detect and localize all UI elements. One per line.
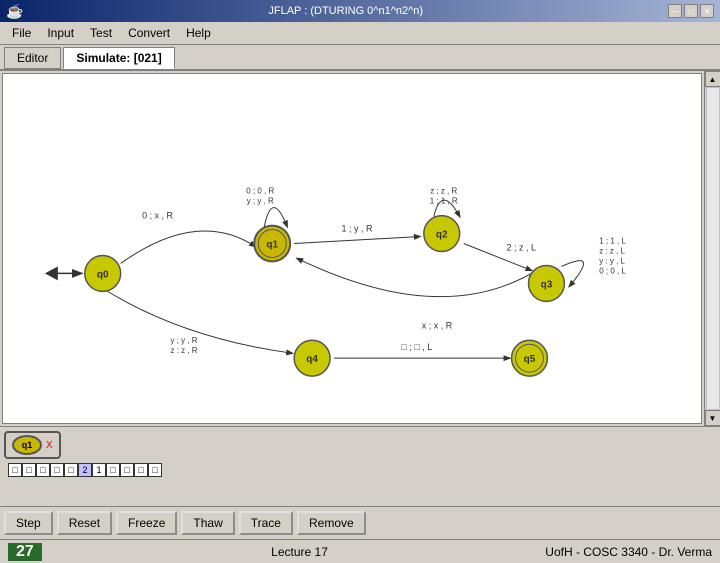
tape-cell-5: 2 xyxy=(78,463,92,477)
svg-text:y ; y , R: y ; y , R xyxy=(247,197,274,206)
menu-help[interactable]: Help xyxy=(178,24,219,42)
scroll-up-button[interactable]: ▲ xyxy=(705,71,720,87)
maximize-button[interactable]: □ xyxy=(684,4,698,18)
tape-cell-0: □ xyxy=(8,463,22,477)
course-label: UofH - COSC 3340 - Dr. Verma xyxy=(545,545,712,559)
thaw-button[interactable]: Thaw xyxy=(181,511,234,535)
svg-text:q0: q0 xyxy=(97,269,109,280)
step-button[interactable]: Step xyxy=(4,511,53,535)
tape-display: □ □ □ □ □ 2 1 □ □ □ □ xyxy=(8,463,716,477)
step-count: 27 xyxy=(8,543,42,561)
window-title: JFLAP : (DTURING 0^n1^n2^n) xyxy=(23,5,668,17)
content-wrapper: 0 ; x , R 0 ; 0 , R y ; y , R 1 ; y , R … xyxy=(0,71,720,539)
close-button[interactable]: ✕ xyxy=(700,4,714,18)
menu-input[interactable]: Input xyxy=(39,24,82,42)
menu-bar: File Input Test Convert Help xyxy=(0,22,720,45)
title-bar: ☕ JFLAP : (DTURING 0^n1^n2^n) — □ ✕ xyxy=(0,0,720,22)
svg-text:0 ; 0 , R: 0 ; 0 , R xyxy=(246,187,274,196)
svg-text:q3: q3 xyxy=(541,279,553,290)
svg-text:1 ; 1 , R: 1 ; 1 , R xyxy=(430,197,458,206)
scroll-track[interactable] xyxy=(706,87,720,410)
svg-text:z ; z , R: z ; z , R xyxy=(430,187,457,196)
state-panel: q1 X □ □ □ □ □ 2 1 □ □ □ □ xyxy=(0,426,720,506)
svg-text:2 ; z , L: 2 ; z , L xyxy=(507,242,536,252)
remove-button[interactable]: Remove xyxy=(297,511,366,535)
scrollbar[interactable]: ▲ ▼ xyxy=(704,71,720,426)
tab-bar: Editor Simulate: [021] xyxy=(0,45,720,71)
tape-cell-9: □ xyxy=(134,463,148,477)
tape-marker: X xyxy=(46,440,53,451)
svg-text:□ ; □ , L: □ ; □ , L xyxy=(401,342,432,352)
tape-cell-8: □ xyxy=(120,463,134,477)
menu-convert[interactable]: Convert xyxy=(120,24,178,42)
current-state-bubble: q1 xyxy=(12,435,42,455)
tab-editor[interactable]: Editor xyxy=(4,47,61,69)
menu-test[interactable]: Test xyxy=(82,24,120,42)
svg-text:z : z , L: z : z , L xyxy=(599,246,625,255)
svg-text:x ; x , R: x ; x , R xyxy=(422,320,453,330)
state-display: q1 X xyxy=(4,431,716,459)
tape-cell-7: □ xyxy=(106,463,120,477)
svg-text:1 ; 1 , L: 1 ; 1 , L xyxy=(599,237,626,246)
svg-text:q2: q2 xyxy=(436,230,448,241)
tape-cell-10: □ xyxy=(148,463,162,477)
tape-cell-6: 1 xyxy=(92,463,106,477)
svg-text:q1: q1 xyxy=(266,240,278,251)
svg-text:z : z , R: z : z , R xyxy=(171,346,198,355)
reset-button[interactable]: Reset xyxy=(57,511,112,535)
trace-button[interactable]: Trace xyxy=(239,511,293,535)
lecture-label: Lecture 17 xyxy=(54,545,545,559)
svg-text:q4: q4 xyxy=(306,354,318,365)
svg-text:q5: q5 xyxy=(524,354,536,365)
tape-cell-4: □ xyxy=(64,463,78,477)
window-controls: — □ ✕ xyxy=(668,4,714,18)
diagram-area[interactable]: 0 ; x , R 0 ; 0 , R y ; y , R 1 ; y , R … xyxy=(2,73,702,424)
scroll-down-button[interactable]: ▼ xyxy=(705,410,720,426)
svg-text:0 ; 0 , L: 0 ; 0 , L xyxy=(599,266,626,275)
svg-text:y ; y , R: y ; y , R xyxy=(171,336,198,345)
svg-text:0 ; x , R: 0 ; x , R xyxy=(142,211,173,221)
menu-file[interactable]: File xyxy=(4,24,39,42)
tape-cell-1: □ xyxy=(22,463,36,477)
tab-simulate[interactable]: Simulate: [021] xyxy=(63,47,174,69)
diagram-row: 0 ; x , R 0 ; 0 , R y ; y , R 1 ; y , R … xyxy=(0,71,720,426)
turing-diagram: 0 ; x , R 0 ; 0 , R y ; y , R 1 ; y , R … xyxy=(3,74,701,423)
freeze-button[interactable]: Freeze xyxy=(116,511,177,535)
tape-cell-2: □ xyxy=(36,463,50,477)
app-icon: ☕ xyxy=(6,3,23,20)
bottom-buttons: Step Reset Freeze Thaw Trace Remove xyxy=(0,506,720,539)
status-bar: 27 Lecture 17 UofH - COSC 3340 - Dr. Ver… xyxy=(0,539,720,563)
svg-text:1 ; y , R: 1 ; y , R xyxy=(342,224,373,234)
svg-text:y : y , L: y : y , L xyxy=(599,256,625,265)
minimize-button[interactable]: — xyxy=(668,4,682,18)
tape-cell-3: □ xyxy=(50,463,64,477)
